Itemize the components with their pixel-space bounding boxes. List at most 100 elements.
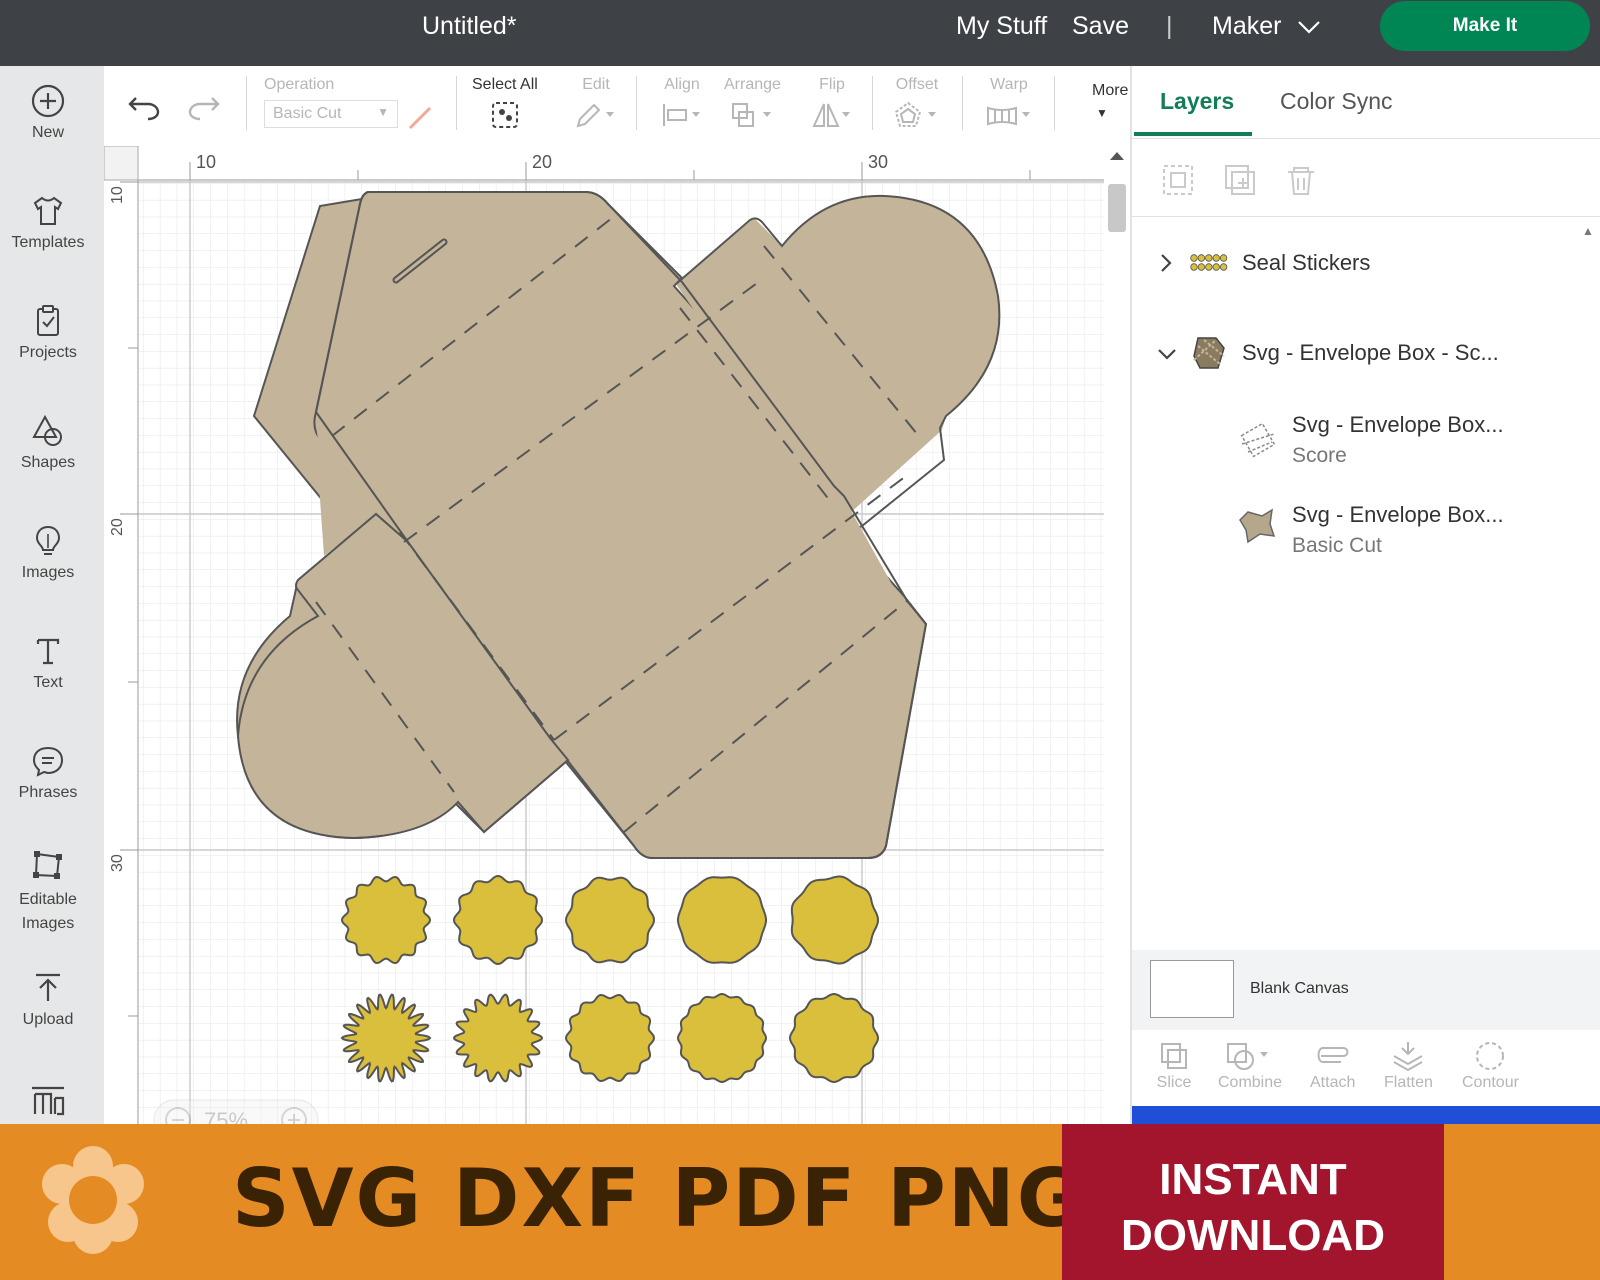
group-layers-icon[interactable] (1163, 165, 1193, 195)
top-bar: Untitled* My Stuff Save | Maker Make It (0, 0, 1600, 66)
operation-select[interactable]: Basic Cut ▼ (264, 100, 398, 128)
promo-banner: SVG DXF PDF PNG INSTANT DOWNLOAD (0, 1124, 1600, 1280)
slice-icon (1161, 1043, 1187, 1069)
pencil-icon (576, 103, 614, 128)
ruler-left-label-10: 10 (109, 186, 126, 204)
nav-monogram[interactable] (0, 1084, 96, 1124)
nav-projects[interactable]: Projects (0, 304, 96, 362)
bottom-toolbar: Slice Combine Attach Flatten Contour (1132, 1030, 1600, 1110)
warp-icon (987, 106, 1030, 126)
seal-sticker[interactable] (564, 876, 656, 964)
offset-group[interactable]: Offset (892, 76, 942, 135)
combine-icon (1227, 1043, 1269, 1070)
mini-sticker (1197, 254, 1206, 262)
topbar-divider: | (1166, 12, 1173, 40)
plus-circle-icon (31, 84, 65, 118)
nav-images[interactable]: Images (0, 524, 96, 582)
offset-icon (894, 101, 936, 127)
contour-button[interactable]: Contour (1462, 1040, 1519, 1092)
nav-shapes[interactable]: Shapes (0, 414, 96, 472)
nav-templates[interactable]: Templates (0, 194, 96, 252)
nav-phrases[interactable]: Phrases (0, 744, 96, 802)
scroll-up-icon[interactable]: ▲ (1582, 224, 1594, 238)
caret-down-icon: ▼ (1096, 106, 1108, 120)
align-label: Align (664, 76, 700, 93)
mini-sticker (1197, 263, 1206, 271)
nav-phrases-label: Phrases (18, 784, 78, 801)
layers-panel: Layers Color Sync Seal Stickers Svg - En… (1130, 66, 1600, 1124)
active-tab-indicator (1134, 132, 1252, 136)
nav-editable-images[interactable]: Editable Images (0, 848, 96, 936)
chevron-right-icon[interactable] (1158, 252, 1174, 274)
ruler-left (104, 146, 138, 1124)
layer-actions (1163, 165, 1314, 195)
chevron-down-icon (1298, 21, 1321, 34)
speech-bubble-icon (32, 746, 64, 777)
scroll-thumb[interactable] (1108, 184, 1126, 232)
more-button[interactable]: More ▼ (1092, 82, 1132, 122)
ruler-left-label-30: 30 (109, 854, 126, 872)
tab-layers[interactable]: Layers (1160, 88, 1234, 115)
flatten-button[interactable]: Flatten (1384, 1040, 1433, 1092)
trash-icon[interactable] (1288, 167, 1314, 195)
seal-sticker[interactable] (790, 875, 880, 965)
mini-sticker (1190, 254, 1198, 262)
more-label: More (1092, 82, 1129, 99)
attach-label: Attach (1310, 1074, 1356, 1091)
vertical-scrollbar[interactable] (1104, 146, 1130, 1124)
warp-group[interactable]: Warp (984, 76, 1034, 135)
project-title: Untitled* (422, 12, 517, 40)
edit-group[interactable]: Edit (574, 76, 618, 135)
upload-icon (36, 973, 60, 1001)
nav-projects-label: Projects (19, 344, 77, 361)
nav-upload[interactable]: Upload (0, 971, 96, 1029)
select-all-label: Select All (472, 76, 538, 93)
chevron-down-icon[interactable] (1156, 346, 1178, 362)
align-group[interactable]: Align (660, 76, 704, 135)
make-it-button[interactable]: Make It (1380, 1, 1590, 51)
mini-sticker (1212, 254, 1220, 262)
machine-selector[interactable]: Maker (1212, 12, 1322, 41)
file-formats-text: SVG DXF PDF PNG (232, 1152, 1085, 1245)
instant-label: INSTANT (1159, 1155, 1347, 1204)
seal-sticker[interactable] (676, 992, 768, 1084)
design-canvas[interactable]: 10 20 30 10 20 30 75% (104, 146, 1130, 1124)
operation-group: Operation Basic Cut ▼ (264, 76, 398, 128)
flip-group[interactable]: Flip (810, 76, 854, 135)
save-button[interactable]: Save (1072, 12, 1129, 41)
ruler-top-label-30: 30 (868, 152, 888, 172)
my-stuff-link[interactable]: My Stuff (956, 12, 1047, 41)
redo-icon[interactable] (186, 92, 222, 122)
seal-stickers-thumbnail-icon (1190, 254, 1228, 271)
pen-color-icon[interactable] (406, 104, 434, 132)
mini-sticker (1219, 254, 1228, 262)
arrange-group[interactable]: Arrange (724, 76, 781, 135)
duplicate-icon[interactable] (1225, 165, 1255, 195)
combine-label: Combine (1218, 1074, 1283, 1091)
nav-templates-label: Templates (11, 234, 85, 251)
basic-cut-layer-icon (1239, 508, 1276, 544)
nav-text-label: Text (33, 674, 63, 691)
zoom-control[interactable]: 75% (153, 1099, 319, 1124)
seal-sticker[interactable] (677, 876, 767, 964)
flower-icon (42, 1146, 144, 1254)
blank-canvas-swatch[interactable] (1150, 960, 1234, 1018)
tab-color-sync[interactable]: Color Sync (1280, 88, 1392, 115)
panel-scrollbar[interactable]: ▲ ▼ (1578, 222, 1600, 1012)
operation-label: Operation (264, 76, 335, 93)
toolbar-separator (872, 76, 873, 130)
panel-bottom-bar (1132, 1106, 1600, 1124)
ruler-top (104, 146, 1130, 180)
flatten-icon (1393, 1042, 1423, 1072)
nav-new[interactable]: New (0, 84, 96, 142)
machine-label: Maker (1212, 12, 1282, 40)
slice-button[interactable]: Slice (1154, 1040, 1194, 1092)
attach-button[interactable]: Attach (1310, 1040, 1355, 1092)
undo-icon[interactable] (126, 92, 162, 122)
contour-icon (1476, 1042, 1505, 1070)
combine-button[interactable]: Combine (1218, 1040, 1282, 1092)
nav-text[interactable]: Text (0, 634, 96, 692)
select-all-button[interactable]: Select All (472, 76, 538, 135)
blank-canvas-row[interactable]: Blank Canvas (1132, 950, 1600, 1030)
left-nav: New Templates Projects Shapes Images Tex… (0, 66, 104, 1124)
